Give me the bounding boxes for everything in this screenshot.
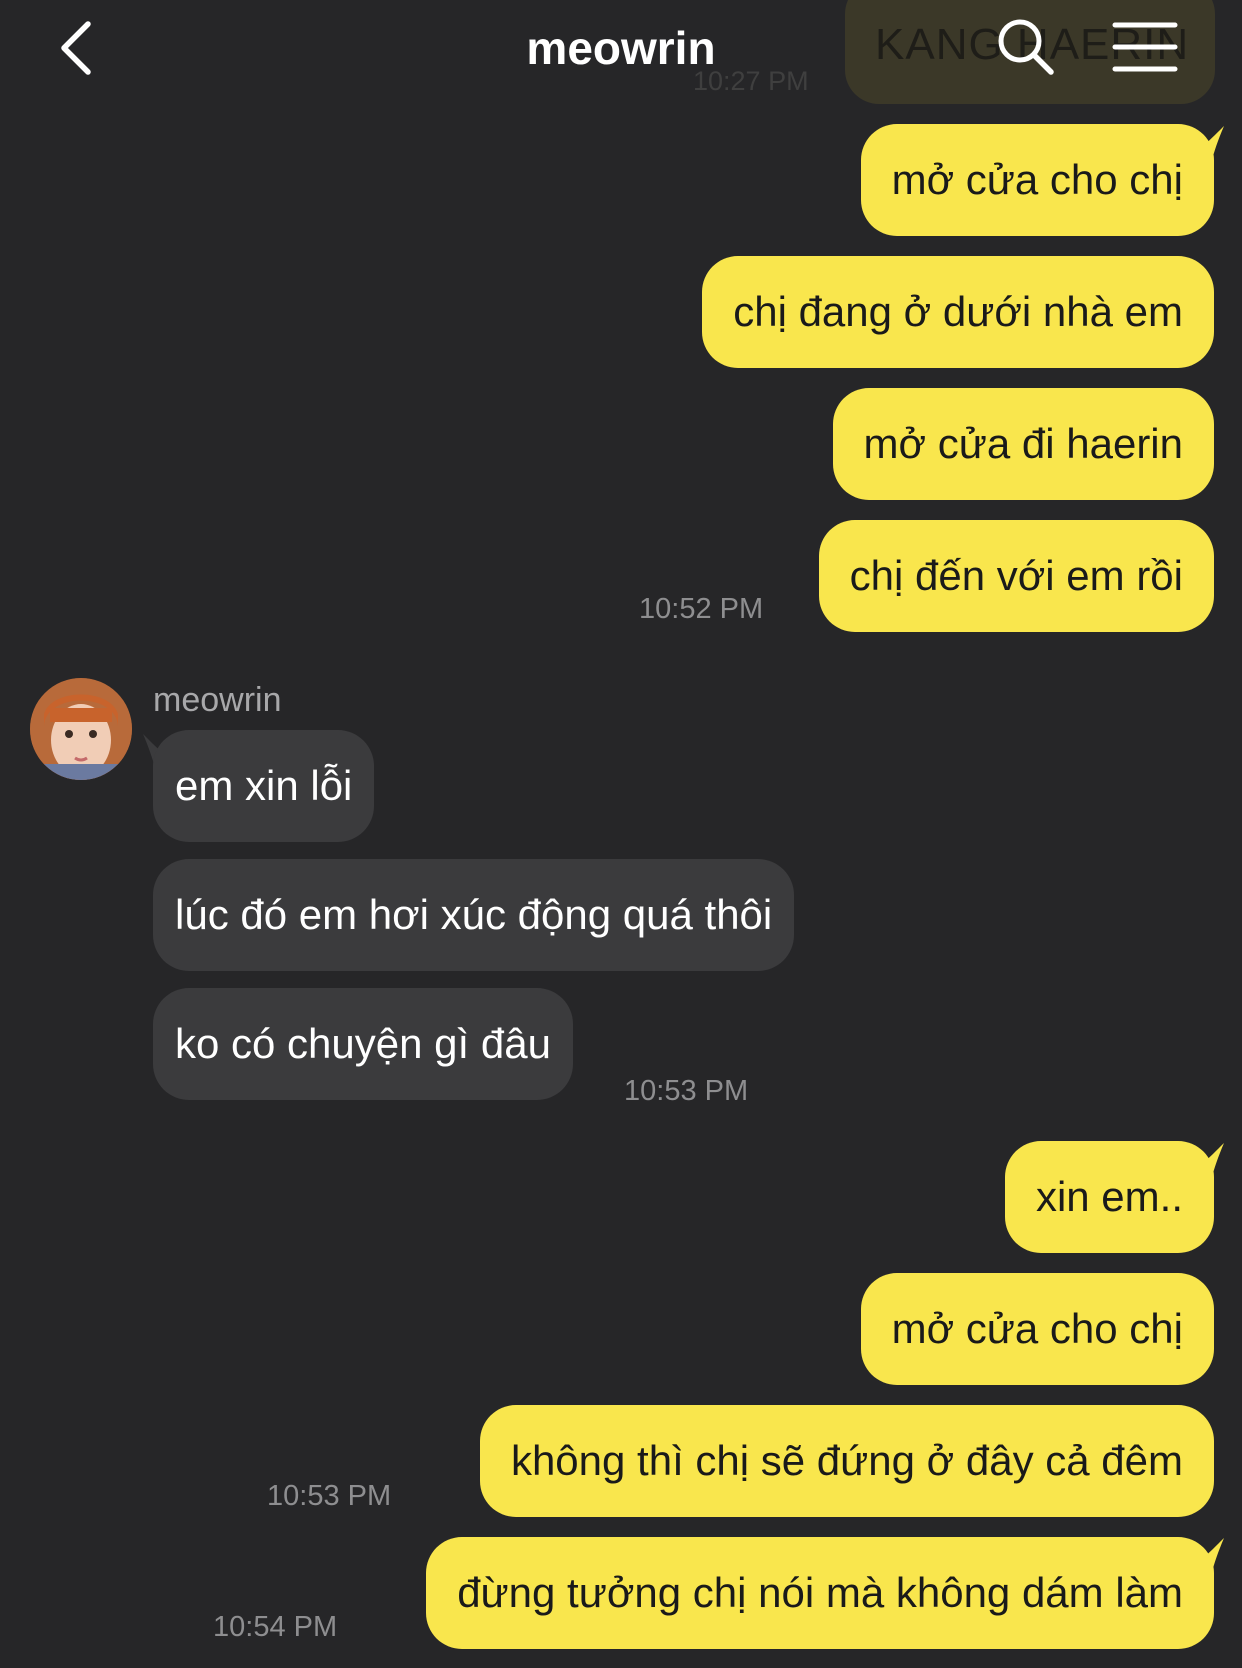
search-button[interactable] <box>995 16 1057 78</box>
outgoing-message[interactable]: mở cửa cho chị <box>860 124 1214 236</box>
outgoing-message[interactable]: xin em.. <box>1004 1141 1214 1253</box>
menu-button[interactable] <box>1112 18 1178 76</box>
hamburger-menu-icon <box>1112 22 1178 72</box>
message-timestamp: 10:52 PM <box>639 593 764 625</box>
outgoing-message[interactable]: không thì chị sẽ đứng ở đây cả đêm <box>479 1405 1214 1517</box>
outgoing-message[interactable]: chị đang ở dưới nhà em <box>702 256 1214 368</box>
search-icon <box>998 19 1054 75</box>
outgoing-message[interactable]: đừng tưởng chị nói mà không dám làm <box>426 1537 1214 1649</box>
incoming-message[interactable]: em xin lỗi <box>153 730 375 842</box>
sender-name: meowrin <box>153 681 282 719</box>
incoming-message[interactable]: ko có chuyện gì đâu <box>153 988 573 1100</box>
outgoing-message[interactable]: mở cửa đi haerin <box>832 388 1214 500</box>
avatar-face-icon <box>30 678 132 780</box>
message-timestamp: 10:54 PM <box>213 1611 338 1643</box>
contact-avatar[interactable] <box>30 678 132 780</box>
incoming-message[interactable]: lúc đó em hơi xúc động quá thôi <box>153 859 795 971</box>
outgoing-message[interactable]: chị đến với em rồi <box>818 520 1214 632</box>
chat-header: meowrin <box>0 0 1242 100</box>
outgoing-message[interactable]: mở cửa cho chị <box>860 1273 1214 1385</box>
message-timestamp: 10:53 PM <box>267 1480 392 1512</box>
message-timestamp: 10:53 PM <box>624 1075 749 1107</box>
chat-screen: KANG HAERIN 10:27 PM meowrin mở cửa cho … <box>0 0 1242 1668</box>
